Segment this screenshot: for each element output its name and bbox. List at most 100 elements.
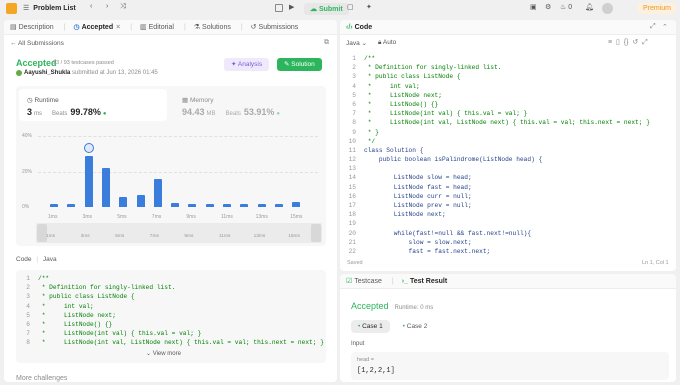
code-line: 8 * ListNode(int val, ListNode next) { t… <box>344 118 650 127</box>
fullscreen-icon[interactable]: ⤢ <box>642 39 648 46</box>
problem-list-link[interactable]: ☰ Problem List <box>23 4 76 13</box>
tab-accepted[interactable]: ◷ Accepted × <box>73 23 120 32</box>
chart-bar[interactable] <box>205 204 214 207</box>
var-value: [1,2,2,1] <box>357 367 395 375</box>
mini-tick-label: 11ms <box>219 234 231 239</box>
range-selector[interactable]: 1ms 3ms 5ms 7ms 9ms 11ms 13ms 15ms <box>36 223 322 243</box>
braces-icon[interactable]: {} <box>624 39 629 46</box>
chart-bar[interactable] <box>101 167 110 207</box>
language-select[interactable]: Java ⌄ <box>346 39 367 47</box>
tab-testcase[interactable]: ☑ Testcase <box>346 277 382 286</box>
code-line: 7 * ListNode(int val) { this.val = val; … <box>18 329 324 338</box>
x-tick-label: 5ms <box>117 214 127 220</box>
run-icon[interactable]: ▶ <box>289 3 294 11</box>
chart-bar[interactable] <box>67 204 76 207</box>
line-number: 13 <box>348 165 356 173</box>
code-text: * ListNode(int val, ListNode next) { thi… <box>364 119 650 127</box>
chart-bar[interactable] <box>119 197 128 207</box>
layout-icon[interactable]: ▣ <box>530 3 537 11</box>
chart-bar[interactable] <box>153 178 162 207</box>
chart-bar[interactable] <box>257 204 266 207</box>
chart-bar[interactable] <box>50 204 58 207</box>
prev-problem-icon[interactable]: ‹ <box>90 3 92 10</box>
tab-solutions[interactable]: ⚗ Solutions <box>194 23 231 32</box>
logo-icon[interactable] <box>6 3 17 14</box>
test-tabbar: ☑ Testcase | ›_ Test Result <box>340 274 676 289</box>
code-text: * Definition for singly-linked list. <box>364 64 502 72</box>
shuffle-icon[interactable]: ⤨ <box>120 3 126 11</box>
expand-icon[interactable]: ⤢ <box>650 23 656 31</box>
code-line: 16 ListNode curr = null; <box>344 192 650 201</box>
status-title: Accepted <box>16 58 57 68</box>
chart-bar[interactable] <box>171 202 180 207</box>
bell-icon[interactable]: 🔔︎ <box>585 3 594 11</box>
chart-bar[interactable] <box>223 204 231 207</box>
all-submissions-link[interactable]: ← All Submissions <box>10 40 64 47</box>
tab-test-result[interactable]: ›_ Test Result <box>402 278 447 285</box>
code-line: 21 slow = slow.next; <box>344 238 650 247</box>
analysis-button[interactable]: ✦ Analysis <box>224 58 270 71</box>
line-number: 2 <box>26 284 30 292</box>
lock-icon: 🔒︎ <box>378 39 382 46</box>
chart-bar[interactable] <box>292 201 301 207</box>
saved-status: Saved <box>347 260 363 266</box>
chart-bar[interactable] <box>274 204 283 207</box>
case-2-button[interactable]: • Case 2 <box>396 320 435 333</box>
chart-bar[interactable] <box>188 204 197 207</box>
avatar[interactable] <box>602 3 613 14</box>
solution-button[interactable]: ✎ Solution <box>277 58 322 71</box>
line-number: 7 <box>352 110 356 118</box>
code-line: 10 */ <box>344 137 650 146</box>
auto-toggle[interactable]: 🔒︎ Auto <box>378 39 396 47</box>
username-link[interactable]: Aayushi_Shukla <box>24 70 70 76</box>
mini-tick-label: 7ms <box>149 234 159 239</box>
chart-bar[interactable] <box>240 204 249 207</box>
code-text: * } <box>364 128 379 136</box>
premium-button[interactable]: Premium <box>638 3 677 14</box>
line-number: 16 <box>348 192 356 200</box>
view-more-button[interactable]: ⌄ View more <box>146 350 181 357</box>
memory-badge-icon: ● <box>276 111 281 117</box>
x-tick-label: 15ms <box>290 214 303 220</box>
settings-icon[interactable]: ⚙ <box>545 3 551 11</box>
code-line: 7 * ListNode(int val) { this.val = val; … <box>344 109 650 118</box>
bookmark-icon[interactable]: ▯ <box>616 39 620 46</box>
code-line: 4 * int val; <box>18 302 324 311</box>
submit-button[interactable]: ☁ Submit <box>304 3 349 15</box>
next-problem-icon[interactable]: › <box>106 3 108 10</box>
mini-tick-label: 15ms <box>288 234 300 239</box>
close-tab-icon[interactable]: × <box>116 24 120 31</box>
checkbox-icon: ☑ <box>346 278 353 285</box>
x-tick-label: 7ms <box>151 214 162 220</box>
share-icon[interactable]: ⧉ <box>324 39 329 47</box>
editor-code[interactable]: 1/** 2 * Definition for singly-linked lis… <box>344 54 650 256</box>
streak-icon[interactable]: ♨ 0 <box>560 3 572 12</box>
undo-icon[interactable]: ↺ <box>632 39 638 46</box>
tab-description[interactable]: ▤ Description <box>10 23 54 32</box>
submitted-code-block: 1/** 2 * Definition for singly-linked lis… <box>16 270 326 363</box>
submitter-info: Aayushi_Shukla submitted at Jun 13, 2026… <box>16 70 158 76</box>
debug-icon[interactable] <box>275 4 283 12</box>
collapse-icon[interactable]: ⌃ <box>662 23 668 31</box>
code-line: 19 <box>344 219 650 228</box>
runtime-label-row: ◷ Runtime <box>27 97 59 104</box>
notes-icon[interactable]: ▢ <box>347 3 354 11</box>
tab-editorial[interactable]: ▥ Editorial <box>140 23 174 32</box>
x-tick-label: 11ms <box>221 214 233 220</box>
menu-icon[interactable]: ≡ <box>608 39 612 46</box>
runtime-box[interactable]: ◷ Runtime 3 ms Beats 99.78% ● <box>19 89 167 121</box>
chart-bar[interactable] <box>84 155 93 207</box>
code-text: * public class ListNode { <box>38 293 135 301</box>
chart-bar[interactable] <box>136 195 145 207</box>
code-line: 5 * ListNode next; <box>18 311 324 320</box>
tab-code[interactable]: ‹/› Code <box>346 24 372 31</box>
stats-card: ◷ Runtime 3 ms Beats 99.78% ● ▦ Memory 9… <box>16 86 326 246</box>
ai-icon[interactable]: ✦ <box>366 3 372 11</box>
case-1-button[interactable]: • Case 1 <box>351 320 390 333</box>
memory-label-row[interactable]: ▦ Memory <box>182 96 213 104</box>
line-number: 8 <box>352 119 356 127</box>
tab-submissions[interactable]: ↺ Submissions <box>251 23 299 32</box>
mini-ticks: 1ms 3ms 5ms 7ms 9ms 11ms 13ms 15ms <box>36 234 322 242</box>
line-number: 22 <box>348 247 356 255</box>
chevron-down-icon: ⌄ <box>361 40 367 47</box>
